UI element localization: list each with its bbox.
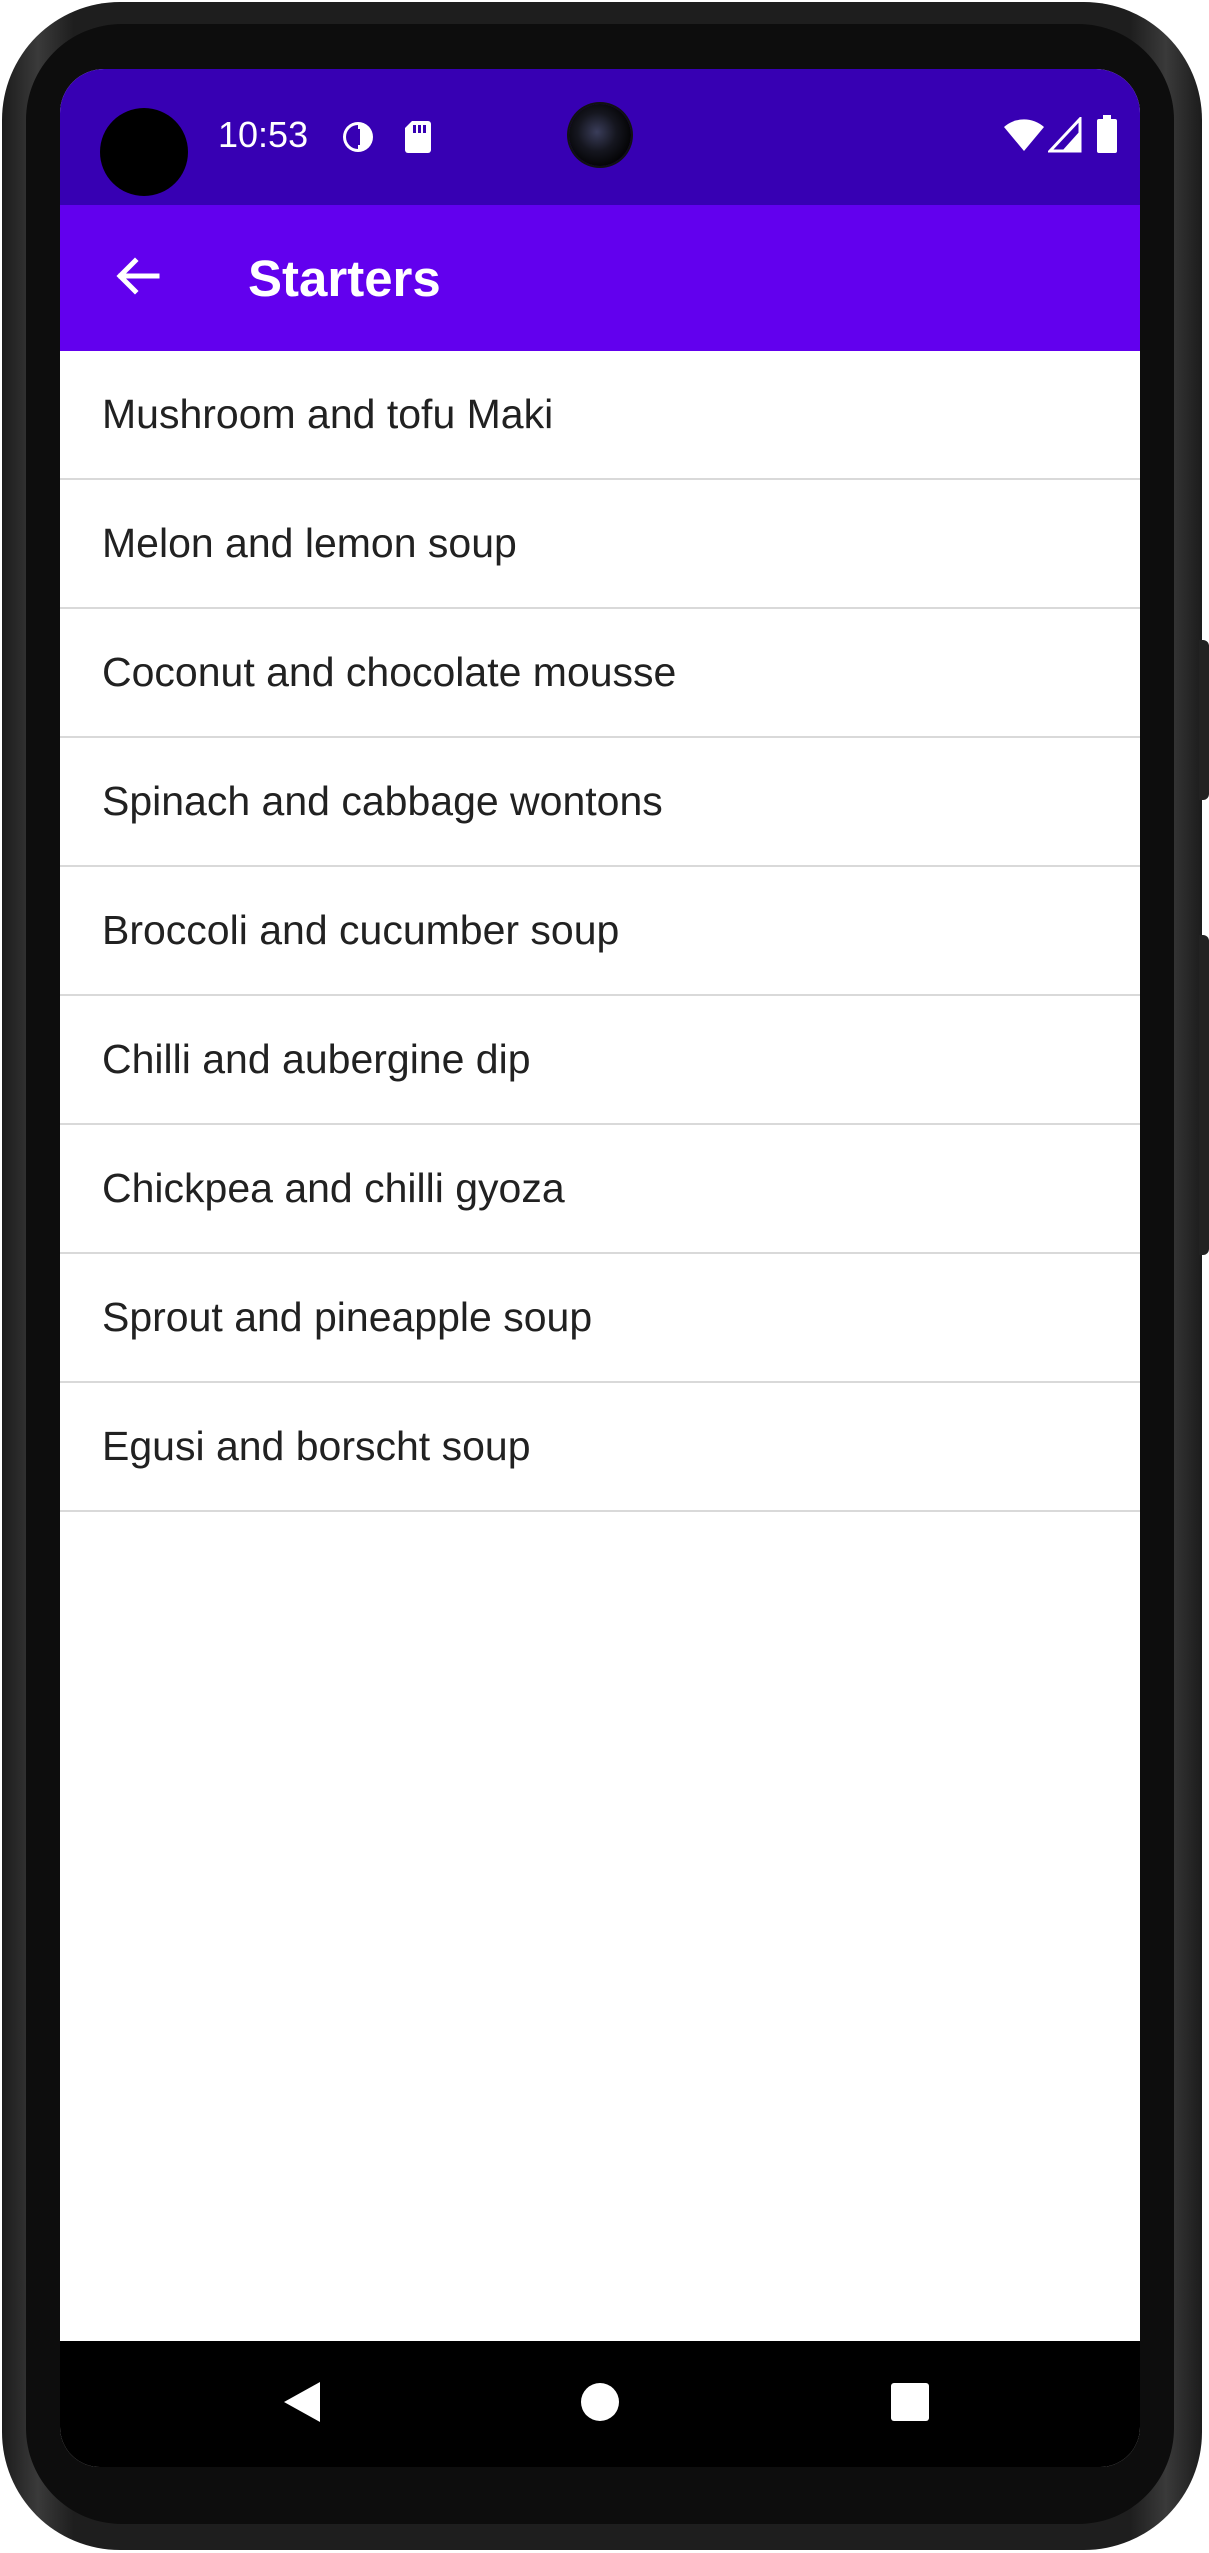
status-time: 10:53 bbox=[218, 114, 309, 155]
volume-button bbox=[1199, 640, 1209, 800]
list-item-label: Chickpea and chilli gyoza bbox=[102, 1165, 565, 1211]
wifi-icon bbox=[1003, 117, 1045, 158]
device: 10:53 Starters Mushroom and tofu Maki Me… bbox=[0, 0, 1209, 2553]
list-item[interactable]: Chickpea and chilli gyoza bbox=[60, 1125, 1140, 1254]
list-item-label: Mushroom and tofu Maki bbox=[102, 391, 554, 437]
status-bar: 10:53 bbox=[60, 69, 1140, 205]
list-item[interactable]: Spinach and cabbage wontons bbox=[60, 738, 1140, 867]
front-camera bbox=[569, 104, 631, 166]
battery-icon bbox=[1096, 115, 1118, 158]
list-item-label: Chilli and aubergine dip bbox=[102, 1036, 531, 1082]
list-item-label: Melon and lemon soup bbox=[102, 520, 517, 566]
list-item-label: Egusi and borscht soup bbox=[102, 1423, 531, 1469]
list-item-label: Coconut and chocolate mousse bbox=[102, 649, 677, 695]
camera-cutout bbox=[100, 108, 188, 196]
list-item-label: Sprout and pineapple soup bbox=[102, 1294, 593, 1340]
nav-recents-button[interactable] bbox=[875, 2369, 945, 2439]
list-item-label: Broccoli and cucumber soup bbox=[102, 907, 620, 953]
list-item[interactable]: Sprout and pineapple soup bbox=[60, 1254, 1140, 1383]
list-item[interactable]: Broccoli and cucumber soup bbox=[60, 867, 1140, 996]
cellular-signal-icon bbox=[1046, 115, 1082, 158]
app-bar: Starters bbox=[60, 205, 1140, 351]
back-button[interactable] bbox=[100, 241, 174, 315]
page-title: Starters bbox=[248, 250, 441, 307]
arrow-back-icon bbox=[113, 252, 161, 305]
data-saver-icon bbox=[340, 119, 376, 160]
starters-list: Mushroom and tofu Maki Melon and lemon s… bbox=[60, 351, 1140, 1512]
system-nav-bar bbox=[60, 2341, 1140, 2467]
nav-home-button[interactable] bbox=[565, 2369, 635, 2439]
list-item[interactable]: Chilli and aubergine dip bbox=[60, 996, 1140, 1125]
list-item[interactable]: Melon and lemon soup bbox=[60, 480, 1140, 609]
list-item[interactable]: Mushroom and tofu Maki bbox=[60, 351, 1140, 480]
list-item-label: Spinach and cabbage wontons bbox=[102, 778, 663, 824]
list-item[interactable]: Coconut and chocolate mousse bbox=[60, 609, 1140, 738]
nav-back-button[interactable] bbox=[267, 2369, 337, 2439]
back-triangle-icon bbox=[282, 2380, 322, 2429]
recents-square-icon bbox=[890, 2382, 930, 2427]
list-item[interactable]: Egusi and borscht soup bbox=[60, 1383, 1140, 1512]
power-button bbox=[1199, 935, 1209, 1255]
sd-card-icon bbox=[404, 119, 432, 160]
screen: 10:53 Starters Mushroom and tofu Maki Me… bbox=[60, 69, 1140, 2467]
home-circle-icon bbox=[580, 2382, 620, 2427]
